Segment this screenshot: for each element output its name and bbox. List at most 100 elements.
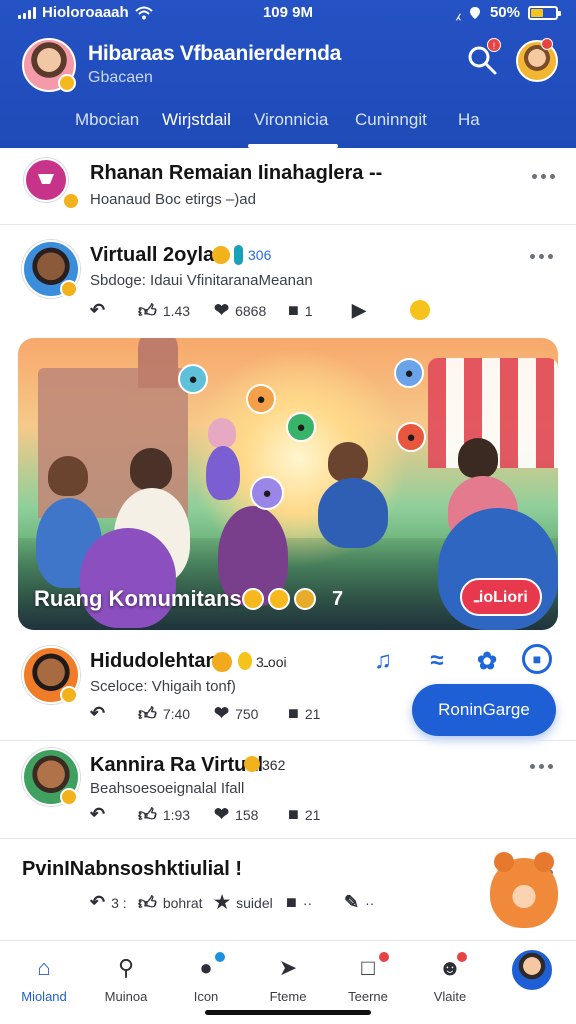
group-logo-icon — [38, 174, 54, 184]
battery-percent: 50% — [489, 4, 520, 21]
page-title: Hibaraas Vfbaanierdernda — [88, 42, 342, 65]
like-button[interactable]: 👍︎ 7:40 — [138, 703, 190, 725]
reply-button[interactable]: ↶ — [90, 703, 105, 724]
smile-emoji-icon — [242, 588, 264, 610]
shield-bubble-icon: ● — [250, 476, 284, 510]
cat-bubble-icon: ● — [178, 364, 208, 394]
wifi-wave-icon[interactable]: ≈ — [420, 644, 454, 678]
comment-count: 21 — [304, 705, 321, 722]
person-figure — [328, 442, 368, 482]
comment-button[interactable]: ■ 1 — [288, 300, 313, 321]
nav-label: Mioland — [21, 989, 67, 1004]
reply-button[interactable]: ↶ — [90, 804, 105, 825]
like-count: 7:40 — [162, 706, 191, 722]
profile-notification-dot — [541, 38, 553, 50]
person-figure — [458, 438, 498, 478]
robot-icon[interactable]: ■ — [522, 644, 552, 674]
chat-icon: ■ — [288, 703, 299, 723]
divider — [0, 838, 576, 839]
group-post-title[interactable]: Rhanan Remaian Iinahaglera -- — [90, 162, 382, 185]
music-note-icon[interactable]: ♫ — [366, 644, 400, 678]
search-icon: ⚲ — [117, 955, 135, 980]
nav-search[interactable]: ⚲ Muinoa — [90, 953, 162, 1004]
more-options-icon[interactable] — [526, 250, 556, 262]
react-button[interactable]: ❤︎ 6868 — [214, 300, 266, 321]
post-author[interactable]: Virtuall 2oyla — [90, 244, 214, 267]
chat-bubble-icon: ● — [286, 412, 316, 442]
reply-icon: ↶ — [90, 703, 106, 723]
reaction-count: 6868 — [235, 302, 267, 319]
emoji-badge-icon — [60, 788, 78, 806]
chat-icon: ■ — [288, 300, 299, 320]
join-room-button[interactable]: RoninGarge — [412, 684, 556, 736]
edit-label: ·· — [365, 894, 375, 911]
reply-button[interactable]: ↶ — [90, 300, 105, 321]
community-avatar[interactable] — [22, 38, 76, 92]
star-button[interactable]: ★ suidel — [214, 892, 273, 913]
user-avatar[interactable] — [510, 948, 554, 992]
group-post-subtitle: Hoanaud Boc etirgs –)ad — [90, 191, 256, 208]
video-button[interactable]: ▶ — [352, 300, 366, 321]
tab-bar: Mbocian Wirjstdail Vironnicia Cuninngit … — [0, 100, 576, 148]
star-emoji-icon — [294, 588, 316, 610]
tab-community[interactable]: Cuninngit — [355, 110, 427, 130]
nav-icon[interactable]: ● Icon — [170, 953, 242, 1004]
divider — [0, 224, 576, 225]
post-author[interactable]: Kannira Ra Virtual — [90, 754, 263, 777]
thumbs-up-icon: 👍︎ — [138, 704, 157, 724]
smile-emoji-icon — [212, 652, 232, 672]
comment-button[interactable]: ■ 21 — [288, 804, 320, 825]
nav-label: Vlaite — [433, 989, 467, 1004]
nav-messages[interactable]: ➤ Fteme — [252, 953, 324, 1004]
post-author[interactable]: Hidudolehtan — [90, 650, 218, 673]
comment-button[interactable]: ■ 21 — [288, 703, 320, 724]
reply-count: 3 : — [111, 894, 127, 911]
post-meta: 3ـooi — [256, 654, 287, 670]
tab-home[interactable]: Mbocian — [75, 110, 139, 130]
nav-label: Icon — [193, 989, 219, 1004]
person-figure — [48, 456, 88, 496]
mascot-assistant-icon[interactable] — [490, 852, 558, 928]
join-button[interactable]: ـioLiori — [460, 578, 542, 616]
more-options-icon[interactable] — [526, 760, 556, 772]
tab-virtual[interactable]: Wirjstdail — [162, 110, 231, 130]
comment-count: 1 — [304, 302, 313, 319]
feather-icon[interactable]: ✿ — [470, 644, 504, 678]
heart-icon: ❤︎ — [214, 703, 230, 723]
pin-icon — [238, 652, 252, 670]
tag-icon — [234, 245, 243, 265]
nav-theme[interactable]: □ Teerne — [332, 953, 404, 1004]
reply-icon: ↶ — [90, 300, 106, 320]
like-button[interactable]: 👍︎ bohrat — [138, 892, 203, 914]
star-icon: ★ — [214, 892, 231, 912]
like-button[interactable]: 👍︎ 1:93 — [138, 804, 190, 826]
tab-more[interactable]: Ha — [458, 110, 480, 130]
reply-button[interactable]: ↶ 3 : — [90, 892, 127, 913]
post-title[interactable]: PvinINabnsoshktiulial ! — [22, 858, 242, 881]
person-figure — [130, 448, 172, 490]
thumbs-up-icon: 👍︎ — [138, 301, 157, 321]
post-meta: 306 — [248, 247, 272, 263]
like-count: 1.43 — [162, 303, 191, 319]
featured-community-card[interactable]: ● ● ● ● ● ● Ruang Komumitans 7 ـioLiori — [18, 338, 558, 630]
nav-badge — [214, 951, 226, 963]
thumbs-up-icon: 👍︎ — [138, 805, 157, 825]
reply-icon: ↶ — [90, 892, 106, 912]
verified-badge-icon — [58, 74, 76, 92]
nav-home[interactable]: ⌂ Mioland — [8, 953, 80, 1004]
battery-icon — [528, 5, 561, 20]
react-button[interactable]: ❤︎ 158 — [214, 804, 258, 825]
nav-profile[interactable]: ☻ Vlaite — [414, 953, 486, 1004]
more-options-icon[interactable] — [528, 170, 558, 182]
post-subtitle: Sceloce: Vhigaih tonf) — [90, 678, 236, 695]
like-count: 1:93 — [162, 807, 191, 823]
nav-badge — [378, 951, 390, 963]
like-button[interactable]: 👍︎ 1.43 — [138, 300, 190, 322]
nav-label: Teerne — [348, 989, 388, 1004]
group-avatar[interactable] — [24, 158, 68, 202]
laugh-emoji-icon[interactable] — [410, 300, 430, 320]
tab-voronicia[interactable]: Vironnicia — [254, 110, 328, 130]
react-button[interactable]: ❤︎ 750 — [214, 703, 258, 724]
comment-button[interactable]: ■ ·· — [286, 892, 312, 913]
edit-button[interactable]: ✎ ·· — [344, 892, 374, 913]
